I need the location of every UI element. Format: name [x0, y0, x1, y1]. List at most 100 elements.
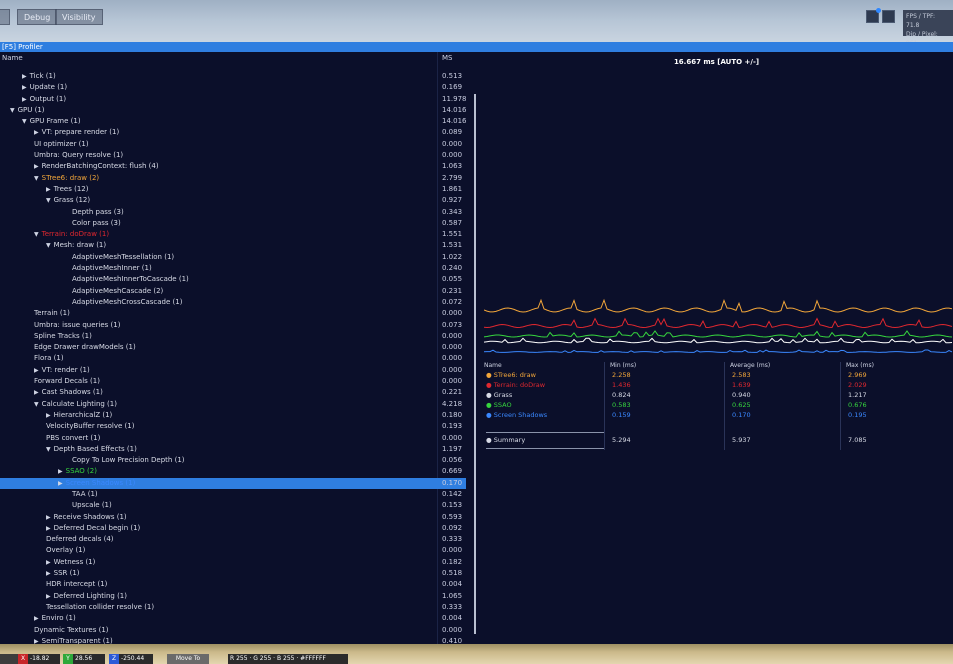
expand-arrow-right-icon[interactable]: ▶	[34, 615, 39, 622]
profiler-row[interactable]: ▶ Screen Shadows (1) 0.170	[0, 477, 466, 489]
profiler-row[interactable]: ▼ Terrain: doDraw (1) 1.551	[0, 229, 466, 240]
expand-arrow-down-icon[interactable]: ▼	[22, 118, 27, 125]
profiler-row[interactable]: AdaptiveMeshCrossCascade (1) 0.072	[0, 297, 466, 308]
profiler-row[interactable]: ▶ Deferred Lighting (1) 1.065	[0, 591, 466, 602]
profiler-row[interactable]: ▶ RenderBatchingContext: flush (4) 1.063	[0, 161, 466, 172]
expand-arrow-right-icon[interactable]: ▶	[58, 480, 63, 487]
profiler-row[interactable]: ▶ VT: prepare render (1) 0.089	[0, 127, 466, 138]
profiler-row[interactable]: ▶ Trees (12) 1.861	[0, 184, 466, 195]
profiler-row[interactable]: ▼ Depth Based Effects (1) 1.197	[0, 444, 466, 455]
stats-header-average[interactable]: Average (ms)	[730, 362, 770, 369]
x-coordinate[interactable]: -18.82	[28, 654, 60, 664]
profiler-row[interactable]: Umbra: Query resolve (1) 0.000	[0, 150, 466, 161]
profiler-row[interactable]: ▼ STree6: draw (2) 2.799	[0, 173, 466, 184]
expand-arrow-down-icon[interactable]: ▼	[46, 197, 51, 204]
profiler-row[interactable]: Color pass (3) 0.587	[0, 218, 466, 229]
profiler-row[interactable]: Copy To Low Precision Depth (1) 0.056	[0, 455, 466, 466]
profiler-row[interactable]: Depth pass (3) 0.343	[0, 207, 466, 218]
expand-arrow-right-icon[interactable]: ▶	[34, 163, 39, 170]
column-header-name[interactable]: Name	[2, 54, 23, 64]
profiler-row[interactable]: ▶ SSR (1) 0.518	[0, 568, 466, 579]
expand-arrow-right-icon[interactable]: ▶	[22, 96, 27, 103]
expand-arrow-down-icon[interactable]: ▼	[34, 401, 39, 408]
expand-arrow-down-icon[interactable]: ▼	[46, 242, 51, 249]
profiler-row[interactable]: VelocityBuffer resolve (1) 0.193	[0, 421, 466, 432]
column-header-ms[interactable]: MS	[442, 54, 452, 64]
profiler-row[interactable]: Spline Tracks (1) 0.000	[0, 331, 466, 342]
profiler-row[interactable]: AdaptiveMeshCascade (2) 0.231	[0, 286, 466, 297]
profiler-row[interactable]: AdaptiveMeshInner (1) 0.240	[0, 263, 466, 274]
profiler-row[interactable]: UI optimizer (1) 0.000	[0, 139, 466, 150]
stats-row[interactable]: ● STree6: draw 2.258 2.583 2.969	[484, 371, 953, 381]
menu-debug-button[interactable]: Debug	[17, 9, 58, 25]
profiler-row[interactable]: Upscale (1) 0.153	[0, 500, 466, 511]
profiler-row[interactable]: Overlay (1) 0.000	[0, 545, 466, 556]
expand-arrow-right-icon[interactable]: ▶	[58, 468, 63, 475]
expand-arrow-right-icon[interactable]: ▶	[46, 570, 51, 577]
profiler-row[interactable]: ▶ HierarchicalZ (1) 0.180	[0, 410, 466, 421]
move-to-button[interactable]: Move To	[167, 654, 209, 664]
profiler-row[interactable]: ▼ GPU Frame (1) 14.016	[0, 116, 467, 127]
profiler-row[interactable]: Umbra: issue queries (1) 0.073	[0, 320, 466, 331]
profiler-row[interactable]: ▶ Deferred Decal begin (1) 0.092	[0, 523, 466, 534]
profiler-scrollbar[interactable]	[474, 94, 476, 634]
profiler-row[interactable]: ▶ Tick (1) 0.513	[0, 71, 466, 82]
graph-title[interactable]: 16.667 ms [AUTO +/-]	[480, 58, 953, 66]
profiler-row[interactable]: Flora (1) 0.000	[0, 353, 466, 364]
profiler-row[interactable]: Dynamic Textures (1) 0.000	[0, 625, 466, 636]
profiler-row[interactable]: ▼ Mesh: draw (1) 1.531	[0, 240, 466, 251]
profiler-row[interactable]: Deferred decals (4) 0.333	[0, 534, 466, 545]
expand-arrow-right-icon[interactable]: ▶	[46, 559, 51, 566]
profiler-row[interactable]: ▶ SSAO (2) 0.669	[0, 466, 466, 477]
expand-arrow-down-icon[interactable]: ▼	[34, 231, 39, 238]
expand-arrow-right-icon[interactable]: ▶	[46, 593, 51, 600]
expand-arrow-right-icon[interactable]: ▶	[34, 129, 39, 136]
profiler-row[interactable]: HDR intercept (1) 0.004	[0, 579, 466, 590]
stats-header-min[interactable]: Min (ms)	[610, 362, 636, 369]
expand-arrow-right-icon[interactable]: ▶	[46, 514, 51, 521]
expand-arrow-right-icon[interactable]: ▶	[34, 389, 39, 396]
stats-row[interactable]: ● SSAO 0.583 0.625 0.676	[484, 401, 953, 411]
expand-arrow-right-icon[interactable]: ▶	[46, 525, 51, 532]
profiler-row[interactable]: Forward Decals (1) 0.000	[0, 376, 466, 387]
expand-arrow-right-icon[interactable]: ▶	[46, 412, 51, 419]
profiler-row[interactable]: ▶ Update (1) 0.169	[0, 82, 466, 93]
profiler-row[interactable]: AdaptiveMeshInnerToCascade (1) 0.055	[0, 274, 466, 285]
expand-arrow-right-icon[interactable]: ▶	[22, 73, 27, 80]
z-coordinate[interactable]: -250.44	[119, 654, 153, 664]
profiler-row[interactable]: ▶ Output (1) 11.978	[0, 94, 467, 105]
profiler-row-label: Deferred decals (4)	[46, 534, 114, 545]
profiler-row[interactable]: ▶ Enviro (1) 0.004	[0, 613, 466, 624]
profiler-row[interactable]: Tessellation collider resolve (1) 0.333	[0, 602, 466, 613]
stats-header-max[interactable]: Max (ms)	[846, 362, 874, 369]
stats-row[interactable]: ● Screen Shadows 0.159 0.170 0.195	[484, 411, 953, 421]
expand-arrow-down-icon[interactable]: ▼	[46, 446, 51, 453]
profiler-row[interactable]: AdaptiveMeshTessellation (1) 1.022	[0, 252, 466, 263]
menu-button-partial[interactable]	[0, 9, 10, 25]
stats-row[interactable]: ● Grass 0.824 0.940 1.217	[484, 391, 953, 401]
profiler-row[interactable]: ▼ Grass (12) 0.927	[0, 195, 466, 206]
y-coordinate[interactable]: 28.56	[73, 654, 105, 664]
profiler-row[interactable]: Terrain (1) 0.000	[0, 308, 466, 319]
menu-visibility-button[interactable]: Visibility	[55, 9, 103, 25]
profiler-row[interactable]: ▶ Cast Shadows (1) 0.221	[0, 387, 466, 398]
stats-row[interactable]: ● Terrain: doDraw 1.436 1.639 2.029	[484, 381, 953, 391]
expand-arrow-down-icon[interactable]: ▼	[34, 175, 39, 182]
profiler-title-bar[interactable]: [F5] Profiler	[0, 42, 953, 52]
profiler-row[interactable]: PBS convert (1) 0.000	[0, 433, 466, 444]
profiler-row[interactable]: ▼ GPU (1) 14.016	[0, 105, 467, 116]
profiler-row-label: ▼ Calculate Lighting (1)	[34, 399, 117, 410]
camera-icon[interactable]	[882, 10, 895, 23]
panel-icon[interactable]	[866, 8, 881, 23]
profiler-row[interactable]: ▶ Receive Shadows (1) 0.593	[0, 512, 466, 523]
expand-arrow-right-icon[interactable]: ▶	[22, 84, 27, 91]
profiler-row[interactable]: ▼ Calculate Lighting (1) 4.218	[0, 399, 466, 410]
expand-arrow-right-icon[interactable]: ▶	[46, 186, 51, 193]
profiler-row[interactable]: ▶ VT: render (1) 0.000	[0, 365, 466, 376]
stats-header-name[interactable]: Name	[484, 362, 502, 369]
expand-arrow-down-icon[interactable]: ▼	[10, 107, 15, 114]
profiler-row[interactable]: Edge Drawer drawModels (1) 0.000	[0, 342, 466, 353]
profiler-row[interactable]: ▶ Wetness (1) 0.182	[0, 557, 466, 568]
expand-arrow-right-icon[interactable]: ▶	[34, 367, 39, 374]
profiler-row[interactable]: TAA (1) 0.142	[0, 489, 466, 500]
